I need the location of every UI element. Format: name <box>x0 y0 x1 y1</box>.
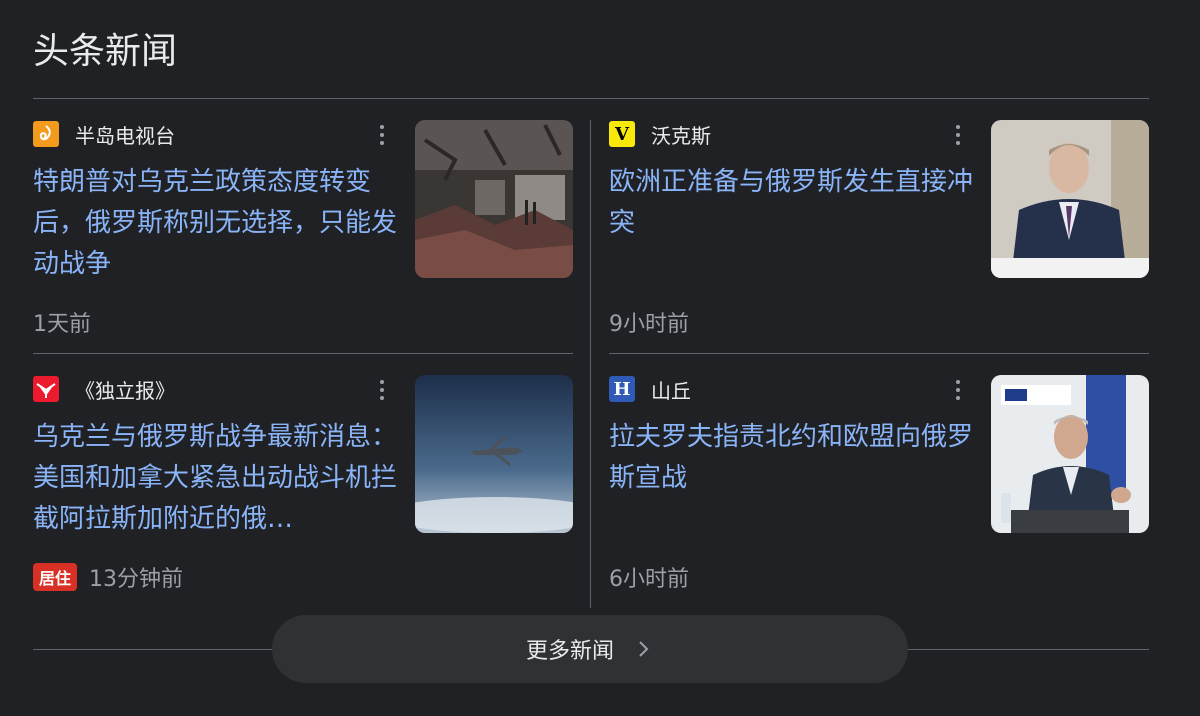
headline-link[interactable]: 欧洲正准备与俄罗斯发生直接冲突 <box>609 162 977 244</box>
top-divider <box>33 98 1149 99</box>
bottom-divider-left <box>33 649 273 650</box>
bottom-divider-right <box>907 649 1149 650</box>
al-jazeera-logo-icon <box>33 121 59 147</box>
the-hill-logo-icon: H <box>609 376 635 402</box>
more-options-icon[interactable] <box>944 122 972 148</box>
time-text: 6小时前 <box>609 567 689 592</box>
more-options-icon[interactable] <box>368 122 396 148</box>
section-title: 头条新闻 <box>33 31 178 72</box>
man-in-suit-photo[interactable] <box>991 120 1149 278</box>
news-source: 《独立报》 <box>33 375 175 403</box>
news-card[interactable]: 半岛电视台 特朗普对乌克兰政策态度转变后，俄罗斯称别无选择，只能发动战争 1天前 <box>33 120 573 350</box>
more-options-icon[interactable] <box>368 377 396 403</box>
news-card[interactable]: 《独立报》 乌克兰与俄罗斯战争最新消息：美国和加拿大紧急出动战斗机拦截阿拉斯加附… <box>33 375 573 605</box>
time-text: 9小时前 <box>609 312 689 337</box>
news-source: 半岛电视台 <box>33 120 175 148</box>
source-name: 半岛电视台 <box>75 123 175 148</box>
source-name: 《独立报》 <box>75 378 175 403</box>
headline-link[interactable]: 乌克兰与俄罗斯战争最新消息：美国和加拿大紧急出动战斗机拦截阿拉斯加附近的俄… <box>33 417 401 540</box>
column-divider <box>590 120 591 608</box>
independent-eagle-logo-icon <box>33 376 59 402</box>
time-text: 13分钟前 <box>89 567 184 592</box>
headline-link[interactable]: 特朗普对乌克兰政策态度转变后，俄罗斯称别无选择，只能发动战争 <box>33 162 401 285</box>
published-time: 6小时前 <box>609 561 689 593</box>
more-options-icon[interactable] <box>944 377 972 403</box>
more-news-button[interactable]: 更多新闻 <box>272 615 908 683</box>
row-divider-right <box>609 353 1149 354</box>
vox-logo-icon: V <box>609 121 635 147</box>
source-name: 山丘 <box>651 378 691 403</box>
live-badge: 居住 <box>33 563 78 591</box>
headline-link[interactable]: 拉夫罗夫指责北约和欧盟向俄罗斯宣战 <box>609 417 977 499</box>
source-name: 沃克斯 <box>651 123 711 148</box>
news-card[interactable]: V 沃克斯 欧洲正准备与俄罗斯发生直接冲突 9小时前 <box>609 120 1149 350</box>
destroyed-building-photo[interactable] <box>415 120 573 278</box>
more-news-label: 更多新闻 <box>525 639 614 664</box>
speaker-at-podium-photo[interactable] <box>991 375 1149 533</box>
time-text: 1天前 <box>33 312 91 337</box>
published-time: 1天前 <box>33 306 91 338</box>
published-time: 9小时前 <box>609 306 689 338</box>
row-divider-left <box>33 353 573 354</box>
chevron-right-icon <box>639 641 649 657</box>
news-source: H 山丘 <box>609 375 691 403</box>
aircraft-in-sky-photo[interactable] <box>415 375 573 533</box>
published-time: 居住 13分钟前 <box>33 561 183 593</box>
news-card[interactable]: H 山丘 拉夫罗夫指责北约和欧盟向俄罗斯宣战 6小时前 <box>609 375 1149 605</box>
news-source: V 沃克斯 <box>609 120 711 148</box>
